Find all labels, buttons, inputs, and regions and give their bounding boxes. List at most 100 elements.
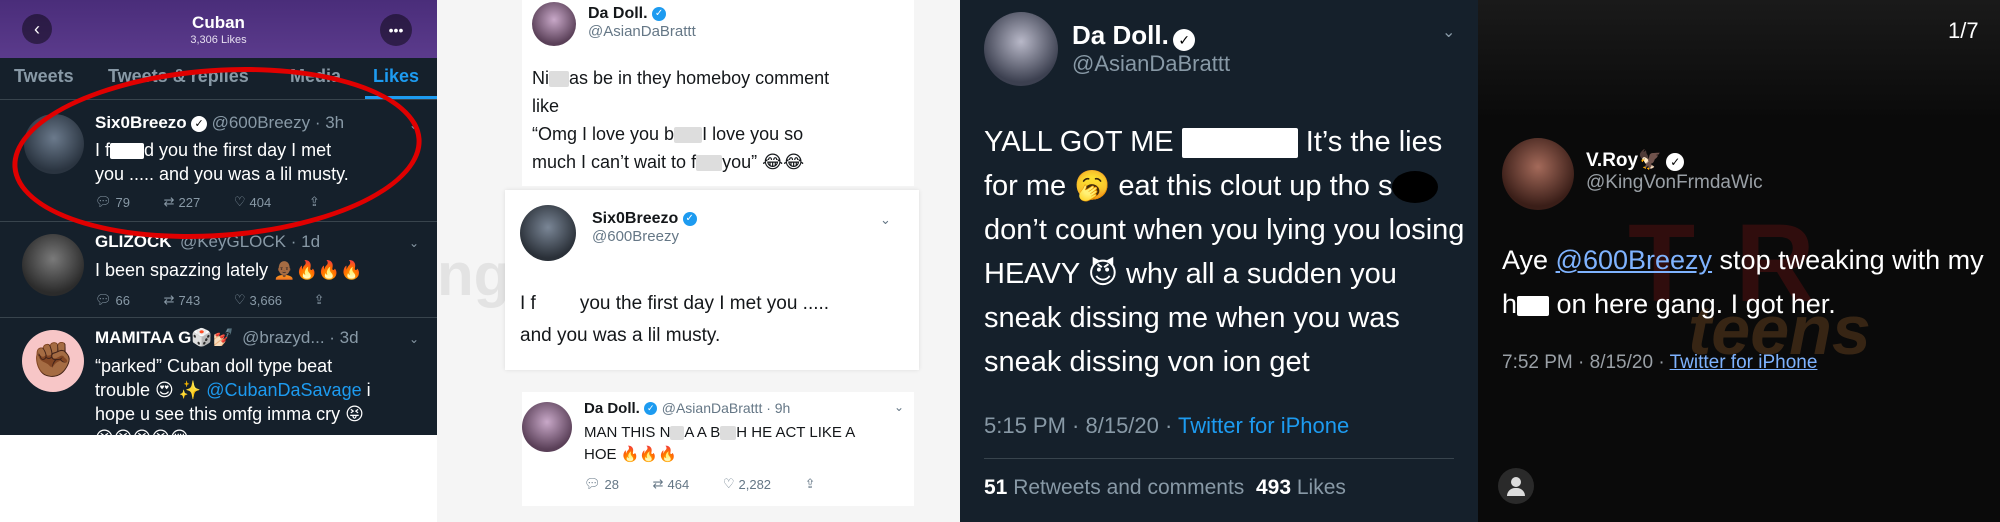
redaction (1392, 171, 1439, 204)
likes-label[interactable]: Likes (1297, 476, 1346, 499)
retweet-icon: ⇄ (163, 292, 175, 307)
tweet-mamitaa[interactable]: ✊🏾 MAMITAA G🎲💅🏻 @brazyd... · 3d ⌄ “parke… (0, 318, 437, 435)
tweet-text: MAN THIS N A A B H HE ACT LIKE A HOE 🔥🔥🔥 (584, 422, 855, 466)
author-name[interactable]: MAMITAA G🎲💅🏻 (95, 328, 234, 347)
tweet-stats: 51 Retweets and comments 493 Likes (984, 476, 1346, 500)
redaction (670, 426, 685, 440)
tweet-text: “parked” Cuban doll type beat trouble 😍 … (95, 354, 371, 435)
tweet-text-part: trouble 😍 ✨ (95, 380, 207, 400)
author-name[interactable]: Da Doll. (588, 5, 648, 22)
tab-tweets[interactable]: Tweets (14, 66, 74, 87)
tweet-text-part: MAN THIS N (584, 424, 671, 441)
verified-badge-icon: ✓ (644, 402, 658, 416)
mention-link[interactable]: @CubanDaSavage (206, 380, 361, 400)
redaction (674, 127, 703, 144)
tweet-text-part: much I can’t wait to f (532, 152, 697, 172)
page-counter: 1/7 (1948, 18, 1979, 43)
profile-likes-panel: ‹ Cuban 3,306 Likes ••• Tweets Tweets & … (0, 0, 437, 435)
blurred-background (1478, 0, 2000, 120)
avatar[interactable] (522, 402, 572, 452)
like-button[interactable]: ♡ 2,282 (723, 476, 771, 492)
avatar[interactable] (22, 234, 84, 296)
redaction (720, 426, 737, 440)
reply-button[interactable]: 💬︎ 66 (95, 292, 130, 308)
tweet-text: I f you the first day I met you ..... and… (520, 288, 829, 352)
avatar[interactable] (984, 12, 1058, 86)
main-tweet-card[interactable]: Six0Breezo ✓ @600Breezy ⌄ I f you the fir… (505, 190, 919, 370)
author-name[interactable]: Da Doll. (1072, 20, 1169, 50)
chevron-down-icon[interactable]: ⌄ (409, 332, 419, 346)
profile-icon-head (1511, 477, 1521, 487)
redaction (535, 295, 580, 313)
tweet-header: Six0Breezo ✓ @600Breezy (592, 210, 697, 246)
share-button[interactable]: ⇪ (314, 292, 325, 308)
tweet-header: V.Roy🦅 ✓ @KingVonFrmdaWic (1586, 148, 1763, 194)
source-link[interactable]: Twitter for iPhone (1178, 413, 1349, 438)
like-count: 3,666 (249, 292, 283, 308)
tweet-text-part: “Omg I love you b (532, 124, 675, 144)
tweet-text-part: you” 😂😂 (722, 152, 805, 172)
tweet-text-part: HOE 🔥🔥🔥 (584, 446, 677, 463)
chevron-down-icon[interactable]: ⌄ (1442, 22, 1455, 42)
profile-icon[interactable] (1498, 468, 1534, 504)
author-name[interactable]: Da Doll. (584, 400, 640, 417)
tweet-text-part: A A B (684, 424, 721, 441)
avatar[interactable]: ✊🏾 (22, 330, 84, 392)
tweet-text-part: don’t count when you lying you losing HE… (984, 214, 1465, 378)
avatar[interactable] (1502, 138, 1574, 210)
tweet-text-part: “parked” Cuban doll type beat (95, 356, 333, 376)
raised-fist-icon: ✊🏾 (31, 341, 75, 379)
tweet-actions: 💬︎ 66 ⇄ 743 ♡ 3,666 ⇪ (95, 292, 325, 308)
tweet-text-part: H HE ACT LIKE A (736, 424, 856, 441)
mention-link[interactable]: @600Breezy (1556, 245, 1713, 275)
tweet-detail-panel: Da Doll. ✓ @AsianDaBrattt ⌄ YALL GOT ME … (960, 0, 1478, 522)
tweet-text: YALL GOT ME It’s the lies for me 🥱 eat t… (984, 120, 1474, 384)
author-name[interactable]: V.Roy🦅 (1586, 150, 1662, 171)
author-name[interactable]: Six0Breezo (592, 210, 678, 227)
author-handle: @brazyd... · 3d (242, 328, 359, 347)
profile-header: ‹ Cuban 3,306 Likes ••• (0, 0, 437, 58)
source-link[interactable]: Twitter for iPhone (1670, 352, 1818, 373)
retweet-button[interactable]: ⇄ 464 (653, 476, 690, 492)
heart-icon: ♡ (722, 476, 735, 491)
tweet-timestamp: 7:52 PM · 8/15/20 · Twitter for iPhone (1502, 352, 1817, 374)
tweet-text-part: as be in they homeboy comment (569, 68, 830, 88)
more-options-icon[interactable]: ••• (380, 14, 412, 46)
author-handle: @600Breezy (592, 228, 679, 245)
profile-icon-body (1507, 488, 1525, 496)
chevron-down-icon[interactable]: ⌄ (409, 236, 419, 250)
tweet-text-part: I f (520, 293, 536, 314)
tweet-text-part: Aye (1502, 245, 1556, 275)
avatar[interactable] (532, 2, 576, 46)
author-handle: @AsianDaBrattt (1072, 51, 1231, 76)
tweet-header: Da Doll. ✓ @AsianDaBrattt · 9h (584, 400, 790, 418)
reply-count: 66 (115, 292, 130, 308)
like-count: 2,282 (738, 476, 772, 492)
avatar[interactable] (520, 205, 576, 261)
story-tweet-panel: TR teens 1/7 V.Roy🦅 ✓ @KingVonFrmdaWic A… (1478, 0, 2000, 522)
tweet-text-part: on here gang. I got her. (1549, 289, 1836, 319)
tweet-text-part: 😫😫😫😫😢 (95, 428, 189, 435)
redaction (696, 155, 723, 172)
like-button[interactable]: ♡ 3,666 (234, 292, 282, 308)
share-icon: ⇪ (313, 292, 325, 307)
retweet-button[interactable]: ⇄ 743 (164, 292, 201, 308)
tweet-text-part: YALL GOT ME (984, 126, 1174, 158)
heart-icon: ♡ (233, 292, 246, 307)
redaction (1181, 128, 1298, 159)
chevron-down-icon[interactable]: ⌄ (880, 212, 891, 228)
redaction (1517, 295, 1550, 316)
chevron-down-icon[interactable]: ⌄ (894, 400, 904, 414)
reply-tweet-card[interactable]: Da Doll. ✓ @AsianDaBrattt · 9h ⌄ MAN THI… (522, 392, 914, 506)
retweets-count: 51 (984, 476, 1008, 499)
retweet-count: 464 (667, 476, 690, 492)
tweet-text-part: and you was a lil musty. (520, 325, 721, 346)
author-handle: @AsianDaBrattt · 9h (661, 400, 791, 416)
reply-button[interactable]: 💬︎ 28 (584, 476, 619, 492)
tweet-text-part: you the first day I met you ..... (579, 293, 830, 314)
quoted-tweet-card[interactable]: Da Doll. ✓ @AsianDaBrattt Ni as be in the… (522, 0, 914, 186)
share-button[interactable]: ⇪ (805, 476, 816, 492)
tweet-text: Aye @600Breezy stop tweaking with my h o… (1502, 238, 1992, 326)
tab-likes[interactable]: Likes (373, 66, 419, 87)
retweets-label[interactable]: Retweets and comments (1013, 476, 1244, 499)
